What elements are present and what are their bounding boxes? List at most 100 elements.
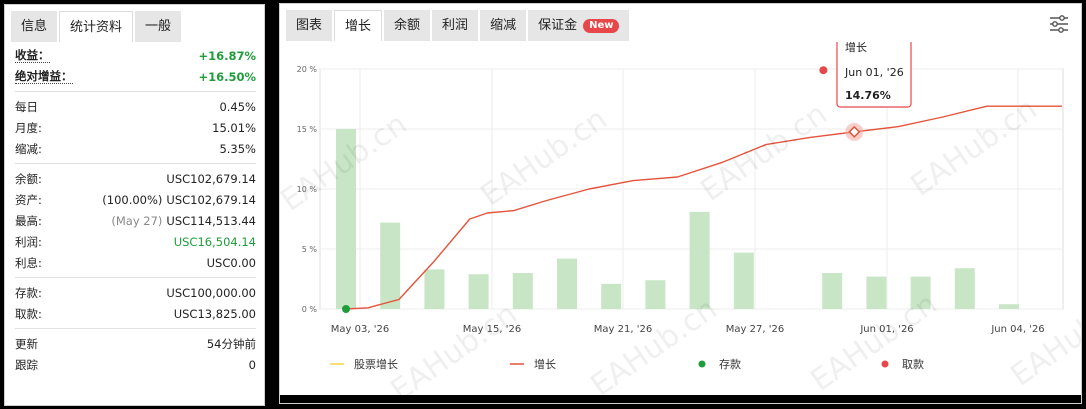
watermark-text: EAHub.cn [385, 297, 524, 397]
stat-value: USC102,679.14 [166, 192, 256, 207]
stat-value-wrap: 15.01% [212, 121, 256, 135]
stat-value: 15.01% [212, 120, 256, 135]
stat-row: 缩减: 5.35% [15, 138, 256, 159]
legend-label: 存款 [719, 357, 741, 371]
stat-value-wrap: +16.50% [198, 70, 256, 84]
x-tick-label: May 03, '26 [331, 324, 389, 335]
stat-value-wrap: 54分钟前 [207, 336, 256, 352]
stats-divider [15, 163, 256, 164]
stat-row: 利息: USC0.00 [15, 252, 256, 273]
growth-bar [557, 258, 577, 309]
legend-dot-swatch [881, 360, 889, 368]
chart-tab-2[interactable]: 余额 [384, 10, 431, 41]
stats-divider [15, 277, 256, 278]
stat-value: USC114,513.44 [166, 213, 256, 228]
chart-tab-label: 余额 [394, 18, 421, 33]
left-tab-0[interactable]: 信息 [11, 11, 58, 42]
chart-tab-4[interactable]: 缩减 [480, 10, 527, 41]
chart-tab-3[interactable]: 利润 [432, 10, 479, 41]
stat-value: USC16,504.14 [173, 234, 256, 249]
chart-tab-5[interactable]: 保证金 New [528, 10, 630, 41]
stat-label[interactable]: 收益： [15, 48, 50, 63]
stat-value-wrap: USC16,504.14 [174, 235, 256, 249]
left-tabs: 信息 统计资料 一般 [5, 5, 264, 43]
x-tick-label: Jun 04, '26 [990, 324, 1044, 335]
stat-label: 月度: [15, 120, 42, 135]
stat-label: 资产: [15, 192, 42, 207]
stat-row: 每日 0.45% [15, 96, 256, 117]
deposit-marker [342, 305, 350, 313]
x-tick-label: May 27, '26 [726, 324, 784, 335]
growth-bar [424, 269, 445, 309]
stat-prefix: (May 27) [111, 213, 163, 228]
stat-value: 0.45% [219, 99, 256, 114]
stat-label: 存款: [15, 285, 42, 300]
stat-row: 余额: USC102,679.14 [15, 168, 256, 189]
chart-tab-0[interactable]: 图表 [286, 10, 333, 41]
tooltip-date: Jun 01, '26 [844, 66, 904, 79]
chart-tab-label: 利润 [442, 18, 469, 33]
stat-label: 每日 [15, 99, 38, 114]
stat-row: 取款: USC13,825.00 [15, 303, 256, 324]
stat-row: 月度: 15.01% [15, 117, 256, 138]
withdrawal-marker [819, 66, 828, 75]
growth-bar [999, 304, 1019, 309]
y-tick-label: 0 % [302, 305, 318, 314]
stat-value-wrap: USC102,679.14 [166, 172, 256, 186]
growth-bar [733, 252, 754, 309]
stat-row: 绝对增益： +16.50% [15, 66, 256, 87]
tooltip-title: 增长 [845, 42, 867, 54]
stat-value-wrap: (100.00%) USC102,679.14 [102, 193, 256, 207]
tooltip-value: 14.76% [845, 89, 891, 102]
chart-tabs: 图表 增长 余额 利润 缩减 保证金 New [280, 4, 1081, 42]
growth-bar [468, 274, 489, 309]
stat-value-wrap: USC100,000.00 [166, 286, 256, 300]
stat-label: 最高: [15, 213, 42, 228]
legend-label: 股票增长 [354, 357, 398, 371]
chart-panel: 图表 增长 余额 利润 缩减 保证金 New 0 % 5 % 10 % 15 % 20 % May 0… [279, 3, 1082, 404]
settings-sliders-icon[interactable] [1049, 14, 1069, 34]
stat-value: 54分钟前 [206, 336, 256, 351]
stat-row: 更新 54分钟前 [15, 333, 256, 354]
growth-bar [866, 276, 887, 309]
stat-row: 跟踪 0 [15, 354, 256, 375]
growth-bar [645, 280, 666, 309]
growth-chart-svg: 0 %5 %10 %15 %20 %May 03, '26 May 15, '26… [280, 28, 1081, 403]
legend-dot-swatch [698, 360, 706, 368]
stat-value: 0 [248, 357, 256, 372]
stat-row: 资产: (100.00%) USC102,679.14 [15, 189, 256, 210]
growth-chart: 0 % 5 % 10 % 15 % 20 % May 03, '26 May 15, '26… [280, 28, 1081, 403]
left-tab-2[interactable]: 一般 [135, 11, 182, 42]
stats-divider [15, 328, 256, 329]
stat-label: 跟踪 [15, 357, 38, 372]
stat-value-wrap: +16.87% [198, 49, 256, 63]
stat-prefix: (100.00%) [102, 192, 163, 207]
stat-label: 取款: [15, 306, 42, 321]
left-tab-1[interactable]: 统计资料 [59, 11, 134, 42]
stat-value-wrap: 0 [249, 358, 256, 372]
stat-row: 存款: USC100,000.00 [15, 282, 256, 303]
stat-label: 余额: [15, 171, 42, 186]
chart-tab-label: 图表 [296, 18, 323, 33]
chart-tab-label: 保证金 [538, 18, 578, 33]
growth-bar [954, 268, 975, 309]
stat-value-wrap: (May 27) USC114,513.44 [111, 214, 256, 228]
stat-label: 缩减: [15, 141, 42, 156]
stat-label[interactable]: 绝对增益： [15, 69, 73, 84]
growth-bar [822, 273, 843, 309]
stat-value: +16.87% [198, 48, 256, 63]
legend-label: 取款 [902, 357, 924, 371]
chart-tab-label: 增长 [345, 18, 372, 34]
stat-value: USC100,000.00 [166, 285, 256, 300]
stat-value-wrap: 0.45% [219, 100, 256, 114]
stats-divider [15, 91, 256, 92]
stat-value: 5.35% [219, 141, 256, 156]
stat-value-wrap: 5.35% [219, 142, 256, 156]
stat-value-wrap: USC0.00 [207, 256, 256, 270]
stat-row: 收益： +16.87% [15, 45, 256, 66]
stat-value: USC13,825.00 [173, 306, 256, 321]
chart-tab-label: 缩减 [490, 18, 517, 33]
chart-tab-1[interactable]: 增长 [334, 10, 383, 41]
y-tick-label: 20 % [297, 65, 318, 74]
stat-row: 最高: (May 27) USC114,513.44 [15, 210, 256, 231]
